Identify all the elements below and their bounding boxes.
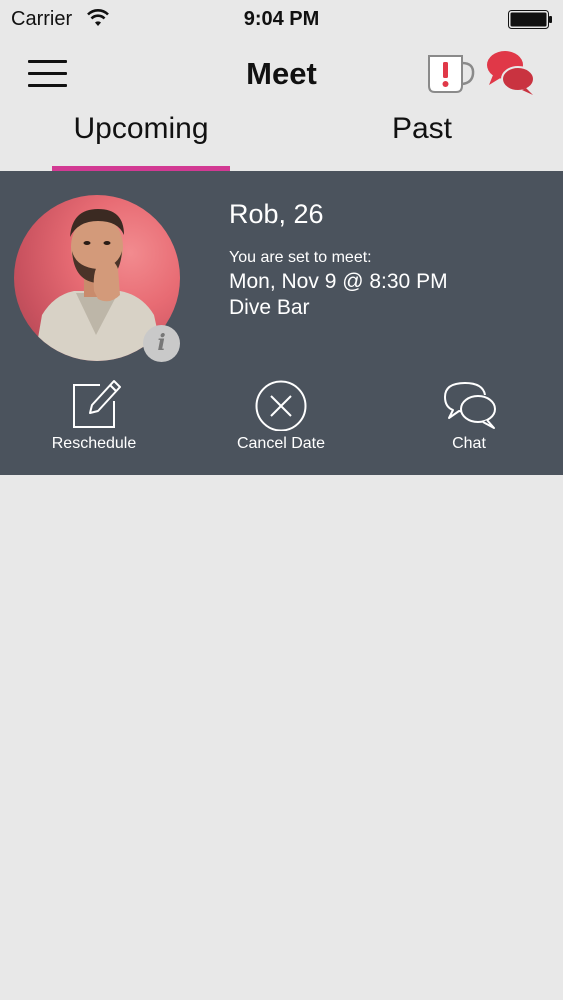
cancel-date-label: Cancel Date <box>236 435 326 452</box>
meet-place: Dive Bar <box>229 296 310 319</box>
chat-bubbles-icon[interactable] <box>485 48 537 98</box>
meet-label: You are set to meet: <box>229 249 372 266</box>
chat-button[interactable]: Chat <box>389 377 549 467</box>
alert-mug-icon[interactable] <box>426 52 476 94</box>
tab-past[interactable]: Past <box>332 112 512 168</box>
cancel-date-button[interactable]: Cancel Date <box>201 377 361 467</box>
clock-time: 9:04 PM <box>243 8 320 30</box>
tab-upcoming[interactable]: Upcoming <box>52 112 230 168</box>
meet-screen: Carrier 9:04 PM Meet Upcoming Past i Rob… <box>0 0 563 1000</box>
page-title: Meet <box>246 56 317 91</box>
meeting-card: i Rob, 26 You are set to meet: Mon, Nov … <box>0 171 563 475</box>
info-icon[interactable]: i <box>143 325 180 362</box>
reschedule-button[interactable]: Reschedule <box>14 377 174 467</box>
reschedule-label: Reschedule <box>51 435 137 452</box>
status-bar: Carrier 9:04 PM <box>0 0 563 38</box>
edit-square-icon <box>73 380 121 428</box>
chat-label: Chat <box>452 435 486 452</box>
cancel-circle-icon <box>255 380 307 431</box>
chat-outline-icon <box>444 382 496 429</box>
battery-icon <box>508 10 552 29</box>
meet-datetime: Mon, Nov 9 @ 8:30 PM <box>229 270 448 293</box>
match-name-age: Rob, 26 <box>229 199 324 229</box>
